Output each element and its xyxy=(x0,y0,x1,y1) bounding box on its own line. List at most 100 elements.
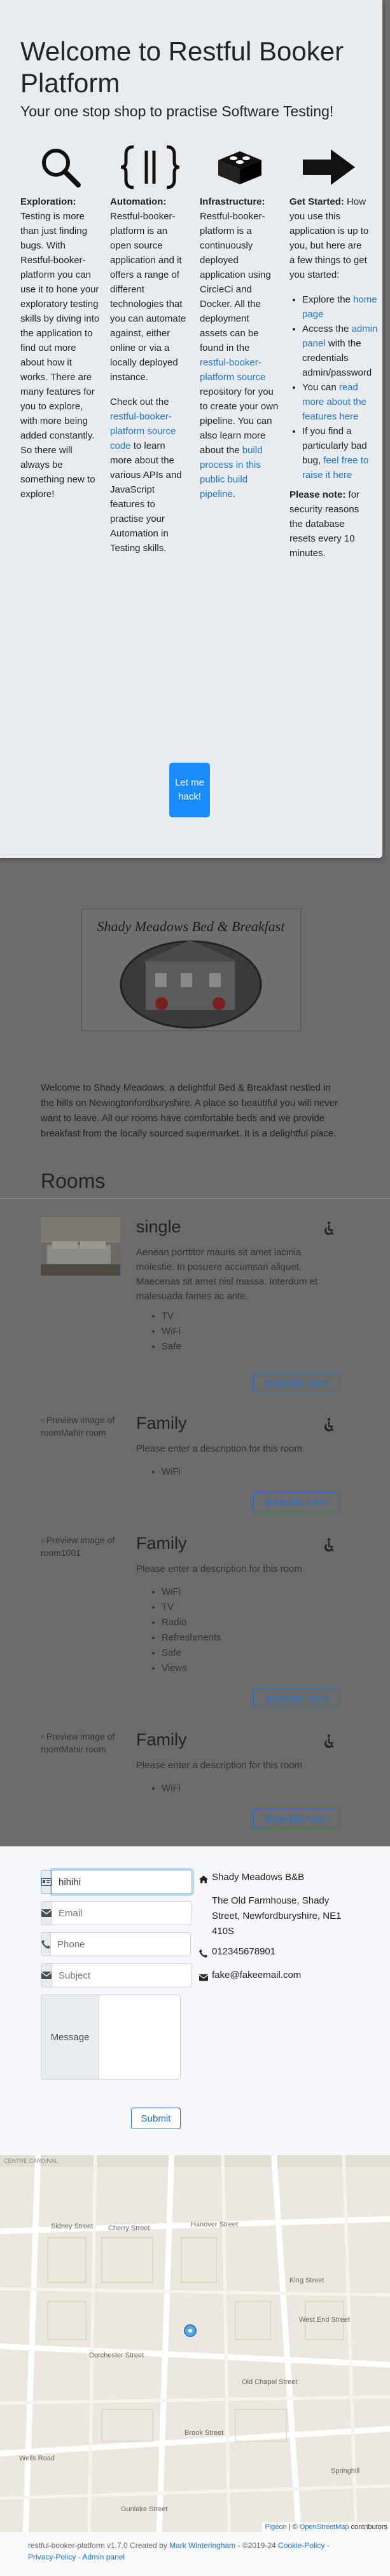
column-heading: Automation: xyxy=(110,196,167,207)
map-label: Wells Road xyxy=(19,2455,55,2462)
room-image xyxy=(41,1217,120,1276)
map-label: Dorchester Street xyxy=(89,2352,144,2359)
phone-field xyxy=(41,1932,191,1956)
pigeon-link[interactable]: Pigeon xyxy=(265,2523,286,2531)
name-field xyxy=(41,1870,192,1894)
arrow-right-icon xyxy=(289,140,369,194)
column-get-started: Get Started: How you use this applicatio… xyxy=(289,140,379,571)
feature-item: Safe xyxy=(162,1339,181,1354)
column-automation: Automation: Restful-booker-platform is a… xyxy=(110,140,190,566)
feature-item: Safe xyxy=(162,1646,221,1661)
magnifier-icon xyxy=(20,140,100,194)
modal-tagline: Your one stop shop to practise Software … xyxy=(20,103,334,119)
list-text: Explore the xyxy=(302,294,351,305)
footer-text: restful-booker-platform v1.7.0 Created b… xyxy=(28,2541,167,2550)
let-me-hack-button[interactable]: Let me hack! xyxy=(169,763,210,817)
list-text: Access the xyxy=(302,324,349,334)
author-link[interactable]: Mark Winteringham xyxy=(169,2541,235,2550)
book-room-button[interactable]: Book this room xyxy=(253,1373,340,1393)
footer-separator: - xyxy=(324,2541,330,2550)
list-item: Access the admin panel with the credenti… xyxy=(302,322,379,380)
column-text: Restful-booker-platform is a continuousl… xyxy=(200,211,271,353)
map-marker-icon xyxy=(184,2324,197,2337)
cookie-policy-link[interactable]: Cookie-Policy xyxy=(278,2541,324,2550)
room-title: single xyxy=(136,1217,181,1236)
map-label: Sidney Street xyxy=(51,2223,93,2230)
room-description: Aenean porttitor mauris sit amet lacinia… xyxy=(136,1247,318,1302)
attribution-text: contributors xyxy=(349,2523,387,2531)
braces-icon xyxy=(110,140,190,194)
column-text: Restful-booker-platform is an open sourc… xyxy=(110,211,186,383)
book-room-button[interactable]: Book this room xyxy=(253,1809,340,1829)
envelope-icon xyxy=(198,1968,212,1986)
id-card-icon xyxy=(41,1870,52,1894)
email-input[interactable] xyxy=(52,1901,192,1925)
business-email: fake@fakeemail.com xyxy=(212,1970,302,1980)
admin-panel-link[interactable]: Admin panel xyxy=(82,2552,125,2561)
feature-item: Refreshments xyxy=(162,1630,221,1646)
room-image-alt-text: Preview image of roomMahir room xyxy=(41,1415,115,1438)
feature-item: Radio xyxy=(162,1615,221,1630)
name-input[interactable] xyxy=(52,1870,192,1894)
map-label: Springhill xyxy=(331,2467,359,2475)
subject-field xyxy=(41,1963,192,1987)
business-name: Shady Meadows B&B xyxy=(212,1872,305,1883)
email-field xyxy=(41,1901,192,1925)
business-address: The Old Farmhouse, Shady Street, Newford… xyxy=(212,1895,342,1937)
book-room-button[interactable]: Book this room xyxy=(253,1688,340,1708)
source-repo-link[interactable]: restful-booker-platform source xyxy=(200,357,265,383)
rooms-heading: Rooms xyxy=(41,1169,106,1192)
accessibility-icon xyxy=(321,1417,337,1437)
room-image-alt: ▫ Preview image of roomMahir room xyxy=(41,1730,120,1755)
envelope-icon xyxy=(41,1963,52,1987)
feature-item: WiFi xyxy=(162,1781,181,1796)
page-footer: restful-booker-platform v1.7.0 Created b… xyxy=(0,2532,390,2576)
contact-info: Shady Meadows B&B The Old Farmhouse, Sha… xyxy=(198,1870,345,1991)
map-label: CENTRE CARDINAL xyxy=(4,2158,58,2164)
column-text: Check out the xyxy=(110,397,169,407)
business-phone: 012345678901 xyxy=(212,1946,276,1957)
address-row: The Old Farmhouse, Shady Street, Newford… xyxy=(199,1893,345,1939)
room-features: WiFi xyxy=(136,1781,181,1796)
room-description: Please enter a description for this room xyxy=(136,1443,302,1454)
divider xyxy=(0,1198,390,1199)
bricks-icon xyxy=(200,140,279,194)
list-item: Explore the home page xyxy=(302,292,379,322)
privacy-policy-link[interactable]: Privacy-Policy xyxy=(28,2552,76,2561)
room-features: WiFi TV Radio Refreshments Safe Views xyxy=(136,1584,221,1676)
map-label: Brook Street xyxy=(185,2429,223,2437)
broken-image-icon: ▫ xyxy=(41,1415,44,1425)
column-infrastructure: Infrastructure: Restful-booker-platform … xyxy=(200,140,279,512)
get-started-list: Explore the home page Access the admin p… xyxy=(289,292,379,482)
list-text: You can xyxy=(302,382,337,393)
openstreetmap-link[interactable]: OpenStreetMap xyxy=(300,2523,349,2531)
map-label: Old Chapel Street xyxy=(242,2378,297,2386)
accessibility-icon xyxy=(321,1221,337,1241)
room-image-alt: ▫ Preview image of roomMahir room xyxy=(41,1414,120,1439)
feature-item: TV xyxy=(162,1600,221,1615)
column-heading: Get Started: xyxy=(289,196,344,207)
modal-title: Welcome to Restful Booker Platform xyxy=(20,36,344,98)
attribution-separator: | © xyxy=(286,2523,300,2531)
map-label: Cherry Street xyxy=(108,2225,150,2232)
column-text: How you use this application is up to yo… xyxy=(289,196,369,280)
room-image-alt: ▫ Preview image of room1001 xyxy=(41,1534,120,1559)
location-map[interactable]: CENTRE CARDINAL Sidney Street Cherry Str… xyxy=(0,2155,390,2532)
message-textarea[interactable] xyxy=(99,1994,181,2080)
accessibility-icon xyxy=(321,1734,337,1754)
phone-input[interactable] xyxy=(51,1932,191,1956)
book-room-button[interactable]: Book this room xyxy=(253,1492,340,1513)
broken-image-icon: ▫ xyxy=(41,1535,44,1545)
submit-button[interactable]: Submit xyxy=(131,2108,181,2129)
footer-text: - ©2019-24 xyxy=(237,2541,276,2550)
broken-image-icon: ▫ xyxy=(41,1731,44,1741)
room-features: TV WiFi Safe xyxy=(136,1309,181,1354)
room-description: Please enter a description for this room xyxy=(136,1564,302,1574)
email-row: fake@fakeemail.com xyxy=(198,1968,345,1986)
room-image-alt-text: Preview image of roomMahir room xyxy=(41,1731,115,1754)
feature-item: TV xyxy=(162,1309,181,1324)
feature-item: WiFi xyxy=(162,1584,221,1600)
subject-input[interactable] xyxy=(52,1963,192,1987)
phone-icon xyxy=(41,1932,51,1956)
intro-text: Welcome to Shady Meadows, a delightful B… xyxy=(41,1082,338,1139)
